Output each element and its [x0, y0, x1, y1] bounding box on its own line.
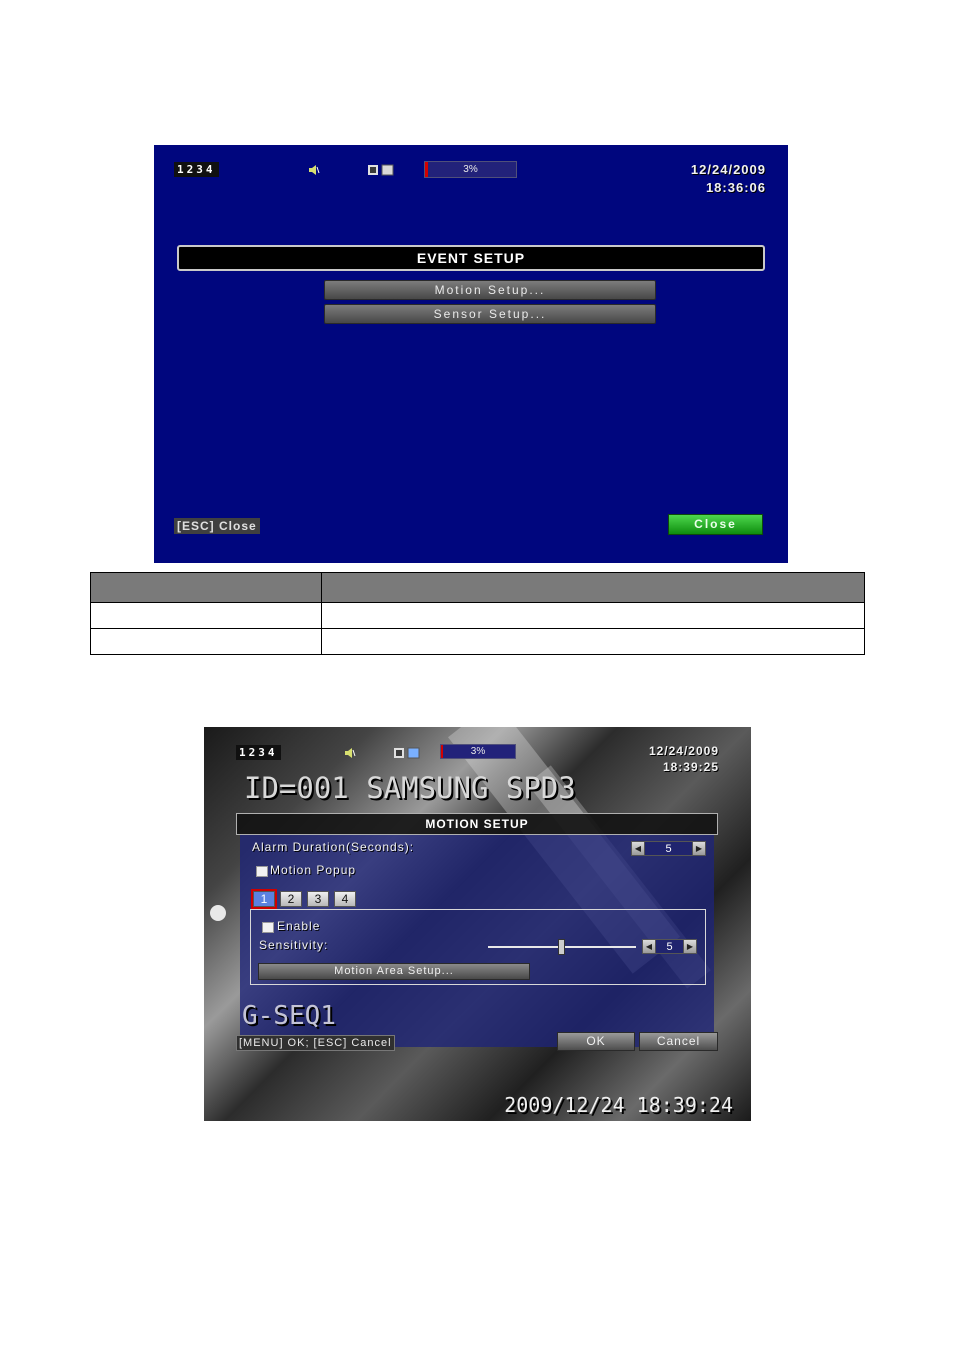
channel-list: 1234: [236, 745, 281, 760]
motion-popup-label: Motion Popup: [270, 863, 357, 877]
page-title: EVENT SETUP: [177, 245, 765, 271]
table-cell: [90, 628, 322, 655]
motion-setup-screen: 1234 3% 12/24/2009 18:39:25 ID=001 SAMSU…: [204, 727, 751, 1121]
table-header-cell: [321, 572, 865, 603]
event-setup-panel: Motion Setup... Sensor Setup...: [174, 280, 768, 538]
time-text: 18:36:06: [705, 180, 766, 195]
hdd-usage-text: 3%: [463, 164, 478, 175]
description-table: [90, 572, 865, 655]
enable-label: Enable: [277, 919, 321, 933]
alarm-duration-label: Alarm Duration(Seconds):: [252, 840, 415, 854]
hdd-usage-text: 3%: [470, 746, 486, 757]
enable-checkbox[interactable]: [262, 922, 274, 933]
esc-close-hint: [ESC] Close: [174, 518, 260, 534]
hdd-icon: [368, 164, 394, 176]
tab-channel-2[interactable]: 2: [280, 891, 302, 907]
table-cell: [321, 602, 865, 629]
cancel-button[interactable]: Cancel: [639, 1032, 718, 1051]
motion-area-setup-button[interactable]: Motion Area Setup...: [258, 963, 530, 980]
table-header-row: [90, 572, 865, 603]
hdd-icon: [394, 747, 420, 759]
datetime: 12/24/2009 18:39:25: [649, 743, 719, 775]
sensitivity-increase-button[interactable]: ▶: [683, 939, 697, 954]
ok-button[interactable]: OK: [557, 1032, 635, 1051]
table-row: [90, 628, 865, 655]
alarm-duration-increase-button[interactable]: ▶: [692, 841, 706, 856]
background-light: [210, 905, 226, 921]
table-row: [90, 602, 865, 629]
channel-list: 1234: [174, 162, 219, 177]
table-header-cell: [90, 572, 322, 603]
event-setup-screen: 1234 3% 12/24/2009 18:36:06 EVENT SETUP …: [154, 145, 788, 563]
date-text: 12/24/2009: [648, 744, 719, 758]
table-cell: [90, 602, 322, 629]
timestamp: 2009/12/24 18:39:24: [504, 1093, 733, 1117]
tab-channel-4[interactable]: 4: [334, 891, 356, 907]
sensor-setup-button[interactable]: Sensor Setup...: [324, 304, 656, 324]
date-text: 12/24/2009: [690, 162, 766, 177]
tab-channel-3[interactable]: 3: [307, 891, 329, 907]
alarm-duration-value[interactable]: 5: [645, 841, 692, 856]
sensitivity-slider-handle[interactable]: [558, 939, 565, 955]
camera-title: ID=001 SAMSUNG SPD3: [244, 771, 576, 805]
alarm-duration-decrease-button[interactable]: ◀: [631, 841, 645, 856]
close-button[interactable]: Close: [668, 514, 763, 535]
speaker-icon: [309, 165, 320, 175]
motion-setup-button[interactable]: Motion Setup...: [324, 280, 656, 300]
hdd-usage-bar: 3%: [440, 744, 516, 759]
time-text: 18:39:25: [662, 760, 719, 774]
motion-popup-checkbox[interactable]: [256, 866, 268, 877]
dialog-title: MOTION SETUP: [236, 813, 718, 835]
speaker-icon: [345, 748, 356, 758]
sensitivity-label: Sensitivity:: [259, 938, 329, 952]
hdd-usage-bar: 3%: [424, 161, 517, 178]
datetime: 12/24/2009 18:36:06: [691, 161, 766, 197]
menu-esc-hint: [MENU] OK; [ESC] Cancel: [236, 1035, 395, 1051]
sensitivity-decrease-button[interactable]: ◀: [642, 939, 656, 954]
table-cell: [321, 628, 865, 655]
tab-channel-1[interactable]: 1: [251, 889, 277, 909]
sequence-label: G-SEQ1: [242, 1001, 336, 1031]
sensitivity-value[interactable]: 5: [656, 939, 683, 954]
